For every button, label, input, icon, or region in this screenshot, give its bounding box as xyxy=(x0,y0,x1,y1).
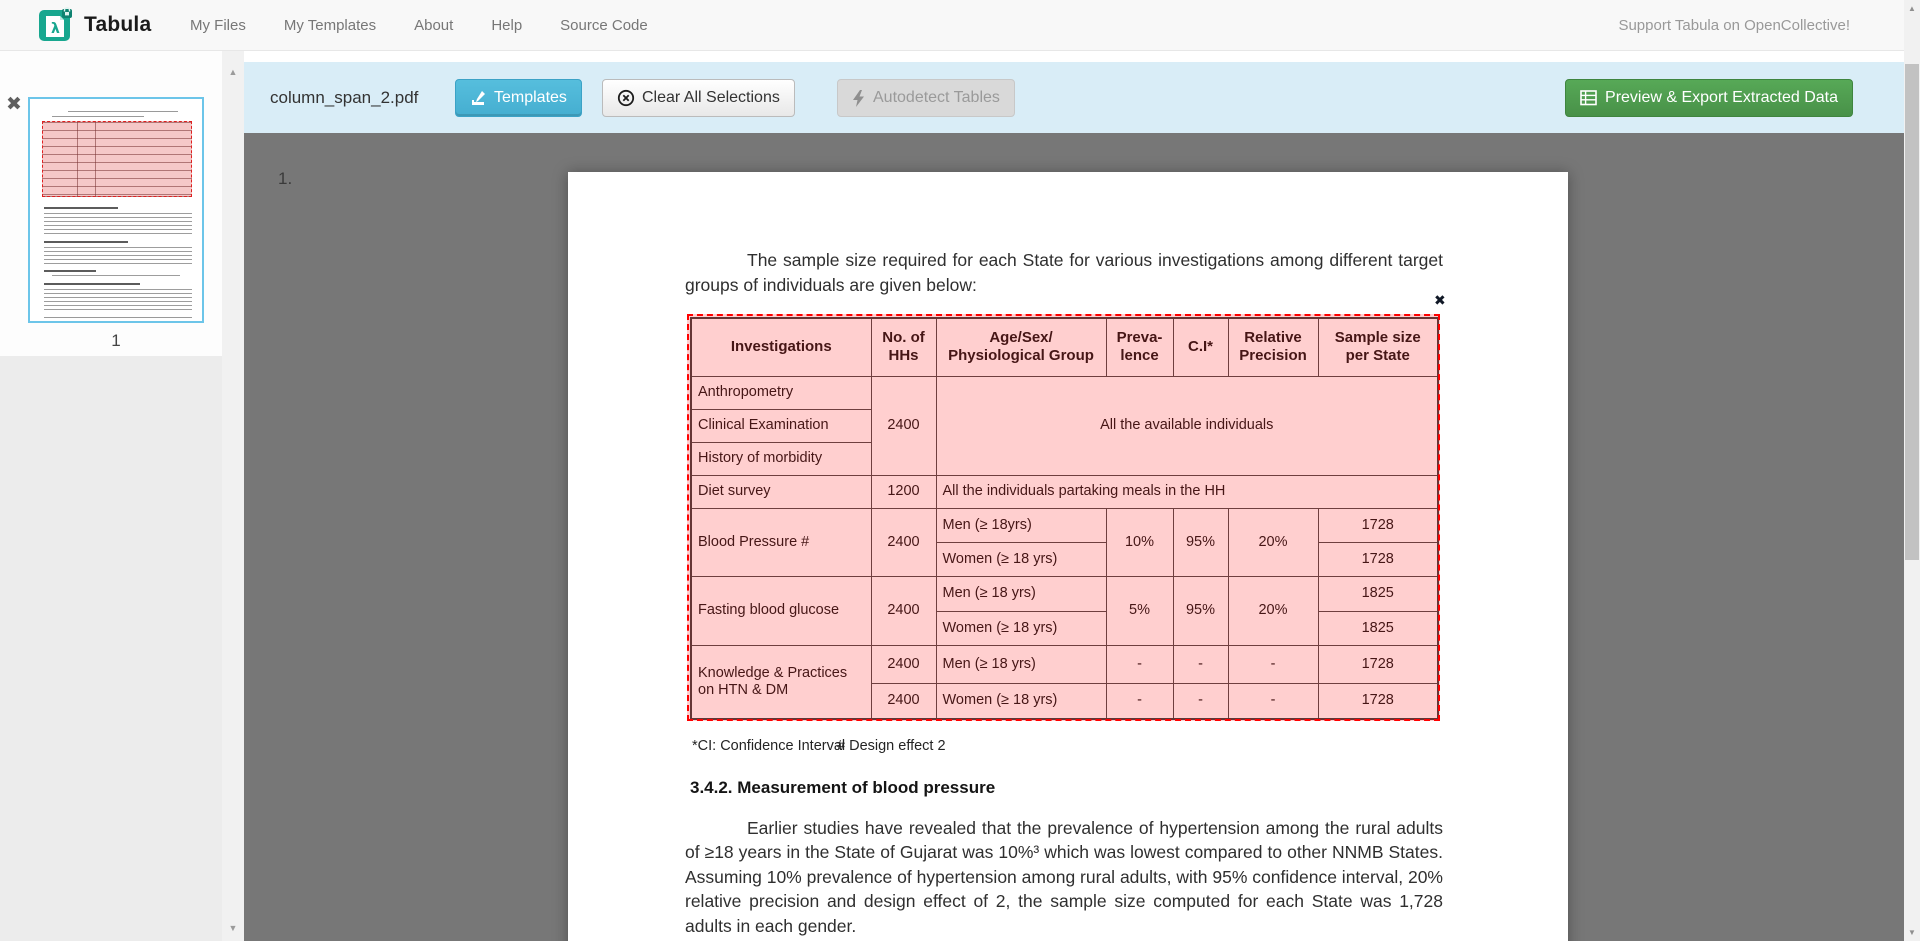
page-thumbnail-preview xyxy=(30,99,202,321)
save-template-icon xyxy=(470,90,487,107)
thumbnail-sidebar: ✖ 1 ▲ ▼ xyxy=(0,51,244,941)
remove-page-icon[interactable]: ✖ xyxy=(6,95,22,114)
page-intro-text: The sample size required for each State … xyxy=(685,248,1443,297)
clear-all-selections-button[interactable]: Clear All Selections xyxy=(602,79,795,117)
support-opencollective-link[interactable]: Support Tabula on OpenCollective! xyxy=(1618,0,1850,51)
nav-item-my-files[interactable]: My Files xyxy=(190,17,246,34)
thumbnail-page-number: 1 xyxy=(28,331,204,351)
body-paragraph: Earlier studies have revealed that the p… xyxy=(685,816,1443,938)
sidebar-scrollbar[interactable]: ▲ ▼ xyxy=(222,51,244,941)
circled-x-icon xyxy=(617,89,635,107)
autodetect-button-label: Autodetect Tables xyxy=(873,89,1000,107)
section-heading: 3.4.2. Measurement of blood pressure xyxy=(690,778,995,798)
svg-text:λ: λ xyxy=(51,21,60,37)
nav-item-source-code[interactable]: Source Code xyxy=(560,17,648,34)
table-list-icon xyxy=(1580,90,1598,106)
export-button-label: Preview & Export Extracted Data xyxy=(1605,89,1838,107)
thumbnail-selection-box xyxy=(42,121,192,197)
nav-item-help[interactable]: Help xyxy=(491,17,522,34)
scroll-down-icon[interactable]: ▼ xyxy=(1904,928,1920,937)
top-navbar: λ Tabula My Files My Templates About Hel… xyxy=(0,0,1920,51)
table-footnote: *CI: Confidence Interval # Design effect… xyxy=(692,738,845,754)
pdf-page-canvas[interactable]: The sample size required for each State … xyxy=(568,172,1568,941)
sidebar-scroll-down-icon[interactable]: ▼ xyxy=(222,923,244,933)
document-toolbar: column_span_2.pdf Templates Clear All Se… xyxy=(244,62,1904,133)
nav-links: My Files My Templates About Help Source … xyxy=(190,0,648,51)
templates-button-label: Templates xyxy=(494,89,567,107)
table-selection-overlay[interactable] xyxy=(687,314,1440,721)
templates-button[interactable]: Templates xyxy=(455,79,582,117)
selection-close-icon[interactable]: ✖ xyxy=(1434,293,1446,307)
page-thumbnail[interactable] xyxy=(28,97,204,323)
clear-button-label: Clear All Selections xyxy=(642,89,780,107)
nav-item-my-templates[interactable]: My Templates xyxy=(284,17,376,34)
footnote-design-effect: # Design effect 2 xyxy=(837,738,946,754)
sidebar-scroll-up-icon[interactable]: ▲ xyxy=(222,67,244,77)
pdf-workspace: 1. The sample size required for each Sta… xyxy=(244,133,1904,941)
tabula-logo-icon: λ xyxy=(38,7,74,43)
scroll-up-icon[interactable]: ▲ xyxy=(1904,4,1920,13)
autodetect-tables-button[interactable]: Autodetect Tables xyxy=(837,79,1015,117)
brand-name[interactable]: Tabula xyxy=(84,13,151,37)
document-filename: column_span_2.pdf xyxy=(270,62,418,133)
nav-item-about[interactable]: About xyxy=(414,17,453,34)
page-scrollbar[interactable]: ▲ ▼ xyxy=(1904,0,1920,941)
brand-home-link[interactable]: λ Tabula xyxy=(38,7,151,43)
footnote-ci: *CI: Confidence Interval xyxy=(692,738,845,754)
lightning-bolt-icon xyxy=(852,90,866,107)
scrollbar-thumb[interactable] xyxy=(1905,64,1919,560)
preview-export-button[interactable]: Preview & Export Extracted Data xyxy=(1565,79,1853,117)
page-order-label: 1. xyxy=(278,169,292,189)
main-region: column_span_2.pdf Templates Clear All Se… xyxy=(244,51,1904,941)
